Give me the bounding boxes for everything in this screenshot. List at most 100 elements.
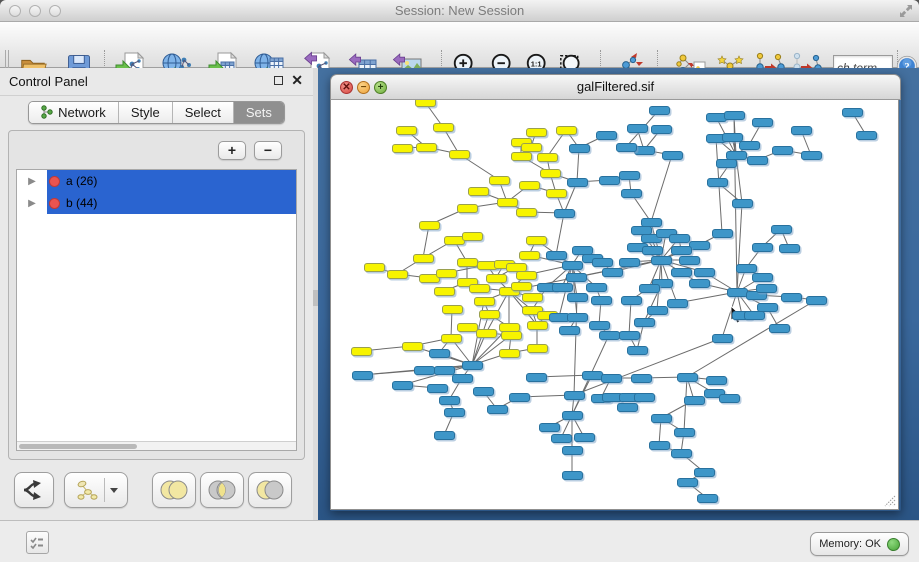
graph-node[interactable] xyxy=(427,384,448,393)
set-intersection-button[interactable] xyxy=(200,472,244,508)
graph-node[interactable] xyxy=(511,282,532,291)
graph-node[interactable] xyxy=(586,283,607,292)
graph-node[interactable] xyxy=(627,124,648,133)
graph-node[interactable] xyxy=(567,178,588,187)
graph-node[interactable] xyxy=(562,471,583,480)
graph-node[interactable] xyxy=(434,287,455,296)
graph-node[interactable] xyxy=(591,296,612,305)
graph-node[interactable] xyxy=(779,244,800,253)
graph-node[interactable] xyxy=(546,251,567,260)
graph-node[interactable] xyxy=(497,198,518,207)
graph-node[interactable] xyxy=(516,208,537,217)
graph-node[interactable] xyxy=(436,269,457,278)
graph-node[interactable] xyxy=(511,152,532,161)
graph-node[interactable] xyxy=(722,133,743,142)
graph-node[interactable] xyxy=(747,156,768,165)
graph-node[interactable] xyxy=(689,279,710,288)
graph-node[interactable] xyxy=(677,478,698,487)
graph-node[interactable] xyxy=(476,329,497,338)
graph-node[interactable] xyxy=(712,229,733,238)
graph-node[interactable] xyxy=(444,408,465,417)
graph-node[interactable] xyxy=(414,366,435,375)
graph-node[interactable] xyxy=(387,270,408,279)
graph-node[interactable] xyxy=(479,310,500,319)
graph-node[interactable] xyxy=(462,232,483,241)
graph-node[interactable] xyxy=(449,150,470,159)
graph-node[interactable] xyxy=(433,123,454,132)
graph-node[interactable] xyxy=(592,258,613,267)
graph-node[interactable] xyxy=(474,297,495,306)
graph-node[interactable] xyxy=(392,381,413,390)
graph-node[interactable] xyxy=(634,146,655,155)
graph-node[interactable] xyxy=(616,143,637,152)
graph-node[interactable] xyxy=(684,396,705,405)
graph-node[interactable] xyxy=(521,143,542,152)
add-set-button[interactable]: + xyxy=(218,141,246,160)
graph-node[interactable] xyxy=(801,151,822,160)
graph-node[interactable] xyxy=(724,111,745,120)
float-panel-icon[interactable] xyxy=(274,76,283,85)
graph-node[interactable] xyxy=(509,393,530,402)
graph-node[interactable] xyxy=(419,221,440,230)
network-frame[interactable]: ✕ − + galFiltered.sif xyxy=(330,74,901,511)
graph-node[interactable] xyxy=(596,131,617,140)
tab-sets[interactable]: Sets xyxy=(234,102,284,123)
graph-node[interactable] xyxy=(716,159,737,168)
graph-node[interactable] xyxy=(519,251,540,260)
graph-node[interactable] xyxy=(526,373,547,382)
graph-node[interactable] xyxy=(706,376,727,385)
graph-node[interactable] xyxy=(562,446,583,455)
graph-node[interactable] xyxy=(842,108,863,117)
graph-node[interactable] xyxy=(457,323,478,332)
dropdown-caret-icon[interactable] xyxy=(110,488,118,493)
graph-node[interactable] xyxy=(619,171,640,180)
graph-node[interactable] xyxy=(559,326,580,335)
graph-node[interactable] xyxy=(569,144,590,153)
graph-node[interactable] xyxy=(516,271,537,280)
graph-node[interactable] xyxy=(599,176,620,185)
graph-node[interactable] xyxy=(772,146,793,155)
set-list-item[interactable]: ▶ b (44) xyxy=(17,192,296,214)
graph-node[interactable] xyxy=(719,394,740,403)
graph-node[interactable] xyxy=(662,151,683,160)
graph-node[interactable] xyxy=(602,268,623,277)
graph-node[interactable] xyxy=(771,225,792,234)
graph-node[interactable] xyxy=(567,313,588,322)
graph-node[interactable] xyxy=(752,273,773,282)
graph-node[interactable] xyxy=(621,189,642,198)
graph-node[interactable] xyxy=(642,246,663,255)
graph-node[interactable] xyxy=(434,366,455,375)
fullscreen-icon[interactable] xyxy=(899,4,913,18)
graph-node[interactable] xyxy=(631,374,652,383)
graph-node[interactable] xyxy=(756,284,777,293)
tab-network[interactable]: Network xyxy=(29,102,119,123)
task-history-button[interactable] xyxy=(26,531,49,554)
graph-node[interactable] xyxy=(574,433,595,442)
graph-node[interactable] xyxy=(452,374,473,383)
graph-node[interactable] xyxy=(486,274,507,283)
graph-node[interactable] xyxy=(689,241,710,250)
set-difference-button[interactable] xyxy=(248,472,292,508)
graph-node[interactable] xyxy=(707,178,728,187)
graph-node[interactable] xyxy=(651,414,672,423)
graph-node[interactable] xyxy=(601,374,622,383)
graph-node[interactable] xyxy=(791,126,812,135)
graph-node[interactable] xyxy=(671,246,692,255)
graph-node[interactable] xyxy=(434,431,455,440)
horizontal-scrollbar[interactable] xyxy=(17,441,296,450)
graph-node[interactable] xyxy=(527,321,548,330)
graph-node[interactable] xyxy=(546,189,567,198)
set-union-button[interactable] xyxy=(152,472,196,508)
graph-node[interactable] xyxy=(415,100,436,107)
set-list-item[interactable]: ▶ a (26) xyxy=(17,170,296,192)
graph-node[interactable] xyxy=(697,494,718,503)
tab-select[interactable]: Select xyxy=(173,102,234,123)
graph-node[interactable] xyxy=(599,331,620,340)
graph-node[interactable] xyxy=(671,268,692,277)
graph-node[interactable] xyxy=(566,273,587,282)
network-canvas[interactable] xyxy=(330,100,899,510)
graph-node[interactable] xyxy=(489,176,510,185)
graph-node[interactable] xyxy=(562,411,583,420)
graph-node[interactable] xyxy=(462,361,483,370)
graph-node[interactable] xyxy=(552,283,573,292)
